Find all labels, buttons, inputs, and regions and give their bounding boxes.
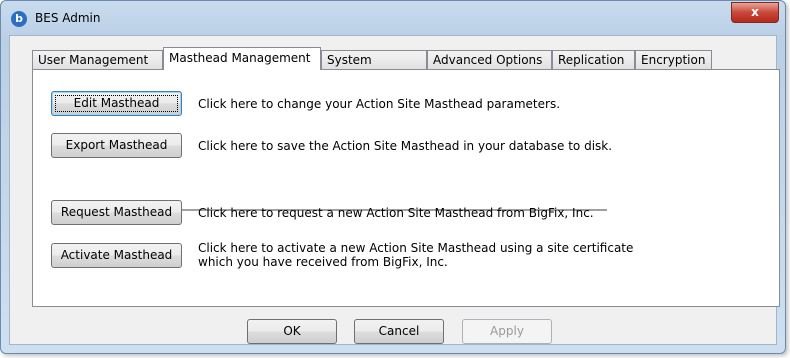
export-masthead-button[interactable]: Export Masthead (51, 133, 182, 158)
bes-admin-window: b BES Admin x User Management Masthead M… (0, 0, 786, 354)
close-icon: x (751, 5, 759, 19)
tab-masthead-management[interactable]: Masthead Management (163, 47, 321, 70)
title-bar: b BES Admin x (1, 1, 785, 35)
tab-system-options[interactable]: System Options (321, 50, 427, 86)
window-title: BES Admin (35, 11, 101, 25)
activate-masthead-button[interactable]: Activate Masthead (51, 243, 182, 268)
export-masthead-description: Click here to save the Action Site Masth… (198, 139, 613, 153)
activate-masthead-description-line2: which you have received from BigFix, Inc… (198, 255, 448, 269)
tab-user-management[interactable]: User Management (32, 50, 163, 69)
tab-advanced-options[interactable]: Advanced Options (427, 50, 552, 69)
masthead-management-panel: Edit Masthead Click here to change your … (32, 69, 780, 307)
close-button[interactable]: x (731, 2, 779, 23)
ok-button[interactable]: OK (247, 319, 337, 344)
cancel-button[interactable]: Cancel (354, 319, 444, 344)
edit-masthead-button[interactable]: Edit Masthead (51, 91, 182, 116)
request-masthead-description: Click here to request a new Action Site … (198, 206, 594, 220)
tab-replication[interactable]: Replication (552, 50, 635, 69)
dialog-client-area: User Management Masthead Management Syst… (9, 35, 780, 345)
focus-ring (55, 95, 178, 112)
activate-masthead-description-line1: Click here to activate a new Action Site… (198, 241, 634, 255)
request-masthead-button[interactable]: Request Masthead (51, 200, 182, 225)
edit-masthead-description: Click here to change your Action Site Ma… (198, 97, 561, 111)
apply-button: Apply (462, 319, 552, 344)
bes-app-icon: b (11, 11, 27, 27)
tab-encryption[interactable]: Encryption (635, 50, 712, 69)
